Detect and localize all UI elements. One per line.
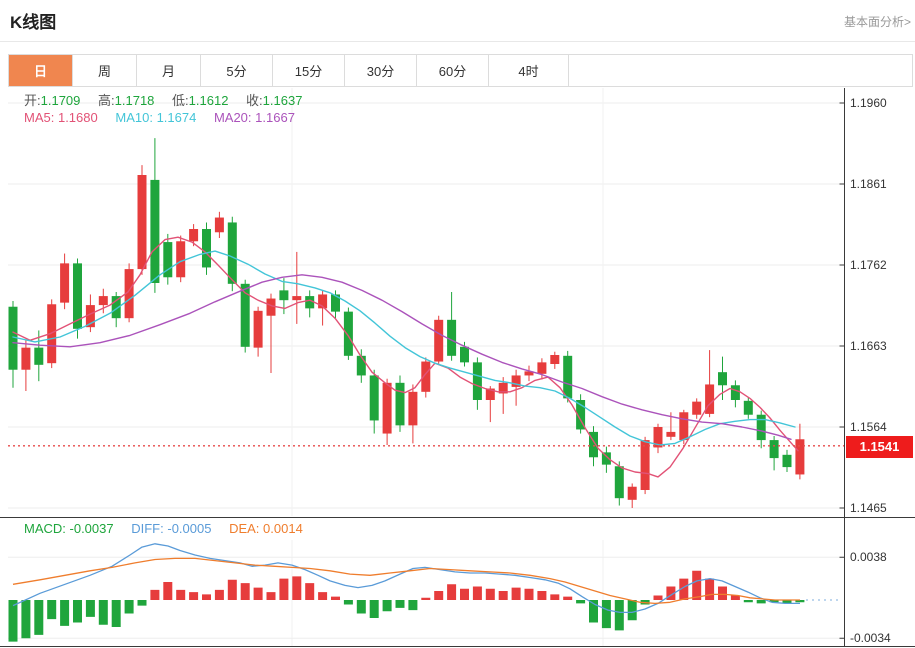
close-value: 1.1637	[263, 93, 303, 108]
price-tick-6: 1.1465	[850, 501, 887, 515]
ma-legend: MA5: 1.1680 MA10: 1.1674 MA20: 1.1667	[24, 110, 295, 125]
ohlc-legend: 开:1.1709 高:1.1718 低:1.1612 收:1.1637	[24, 90, 302, 109]
open-value: 1.1709	[41, 93, 81, 108]
macd-tick-2: -0.0034	[850, 631, 891, 645]
kline-app: K线图 基本面分析> 日 周 月 5分 15分 30分 60分 4时 开:1.1…	[0, 0, 915, 648]
last-price-tag: 1.1541	[846, 436, 913, 458]
low-label: 低:	[172, 93, 189, 108]
ma10-label: MA10: 1.1674	[115, 110, 196, 125]
price-tick-3: 1.1762	[850, 258, 887, 272]
price-tick-1: 1.1960	[850, 96, 887, 110]
close-label: 收:	[246, 93, 263, 108]
price-tick-2: 1.1861	[850, 177, 887, 191]
ma20-label: MA20: 1.1667	[214, 110, 295, 125]
diff-value-label: DIFF: -0.0005	[131, 521, 211, 536]
price-tick-4: 1.1663	[850, 339, 887, 353]
macd-tick-1: 0.0038	[850, 550, 887, 564]
high-value: 1.1718	[115, 93, 155, 108]
price-tick-5: 1.1564	[850, 420, 887, 434]
macd-legend: MACD: -0.0037 DIFF: -0.0005 DEA: 0.0014	[24, 521, 303, 536]
open-label: 开:	[24, 93, 41, 108]
high-label: 高:	[98, 93, 115, 108]
dea-value-label: DEA: 0.0014	[229, 521, 303, 536]
macd-value-label: MACD: -0.0037	[24, 521, 114, 536]
ma5-label: MA5: 1.1680	[24, 110, 98, 125]
low-value: 1.1612	[189, 93, 229, 108]
